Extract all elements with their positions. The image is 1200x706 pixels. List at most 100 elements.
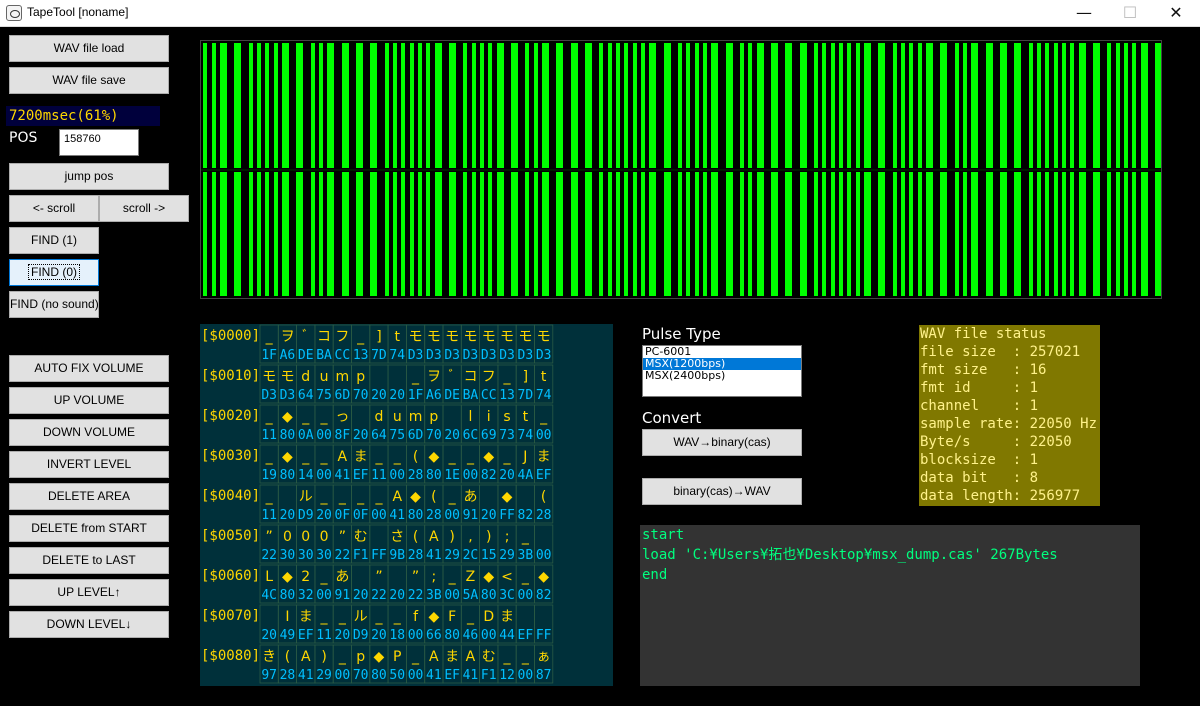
wave-pulse-bottom	[525, 172, 529, 296]
hex-byte: EF	[298, 628, 314, 643]
hex-glyph: _	[374, 609, 383, 625]
down-volume-button[interactable]: DOWN VOLUME	[9, 419, 169, 446]
hex-glyph: モ	[262, 369, 276, 385]
wav-to-binary-button[interactable]: WAV→binary(cas)	[642, 429, 802, 456]
wave-pulse-bottom	[463, 172, 467, 296]
hex-byte: 13	[353, 348, 369, 363]
wave-pulse-bottom	[839, 172, 843, 296]
hex-glyph: き	[262, 649, 276, 665]
wave-pulse-top	[418, 43, 422, 168]
wave-pulse-bottom	[249, 172, 253, 296]
hex-glyph: _	[393, 609, 402, 625]
hex-glyph: _	[503, 649, 512, 665]
hex-glyph: l	[469, 409, 473, 425]
hex-byte: 22	[371, 588, 387, 603]
wave-pulse-bottom	[571, 172, 578, 296]
auto-fix-volume-button[interactable]: AUTO FIX VOLUME	[9, 355, 169, 382]
hex-byte: 00	[389, 468, 405, 483]
up-level-button[interactable]: UP LEVEL↑	[9, 579, 169, 606]
hex-address: [$0080]	[201, 648, 260, 664]
hex-byte: 6D	[335, 388, 351, 403]
hex-byte: 41	[389, 508, 405, 523]
wave-pulse-top	[426, 43, 430, 168]
hex-glyph: コ	[317, 329, 331, 345]
wave-pulse-top	[986, 43, 993, 168]
log-output[interactable]: start load 'C:¥Users¥拓也¥Desktop¥msx_dump…	[640, 525, 1140, 686]
wave-pulse-bottom	[1054, 172, 1058, 296]
up-volume-button[interactable]: UP VOLUME	[9, 387, 169, 414]
hex-glyph: _	[320, 409, 329, 425]
wave-pulse-bottom	[599, 172, 603, 296]
hex-byte: BA	[316, 348, 332, 363]
wave-pulse-top	[249, 43, 253, 168]
hex-glyph: s	[503, 409, 510, 425]
hex-glyph: 2	[301, 569, 310, 585]
hex-byte: 00	[316, 428, 332, 443]
down-level-button[interactable]: DOWN LEVEL↓	[9, 611, 169, 638]
hex-glyph: A	[429, 529, 439, 545]
wave-pulse-bottom	[633, 172, 637, 296]
wave-pulse-bottom	[1132, 172, 1136, 296]
binary-to-wav-button[interactable]: binary(cas)→WAV	[642, 478, 802, 505]
hex-glyph: あ	[335, 569, 349, 585]
wav-save-button[interactable]: WAV file save	[9, 67, 169, 94]
minimize-button[interactable]: —	[1061, 0, 1107, 26]
hex-glyph: _	[503, 449, 512, 465]
hex-byte: 87	[536, 668, 552, 683]
wave-pulse-top	[1124, 43, 1128, 168]
delete-area-button[interactable]: DELETE AREA	[9, 483, 169, 510]
wave-pulse-top	[497, 43, 504, 168]
close-button[interactable]: ✕	[1153, 0, 1199, 26]
wave-pulse-bottom	[282, 172, 289, 296]
wave-pulse-top	[847, 43, 851, 168]
delete-to-last-button[interactable]: DELETE to LAST	[9, 547, 169, 574]
find-no-sound-button[interactable]: FIND (no sound)	[9, 291, 99, 318]
hex-dump-view[interactable]: [$0000] _ 1F ヲ A6 ﾞ DE コ BA フ CC _ 13] 7D t 74 モ D3 モ D3 モ D3…	[200, 324, 613, 686]
wave-pulse-top	[1054, 43, 1058, 168]
jump-pos-button[interactable]: jump pos	[9, 163, 169, 190]
pulse-option[interactable]: MSX(2400bps)	[643, 370, 801, 382]
scroll-left-button[interactable]: <- scroll	[9, 195, 99, 222]
maximize-button[interactable]: ☐	[1107, 0, 1153, 26]
hex-glyph: ”	[375, 569, 382, 585]
wave-pulse-top	[839, 43, 843, 168]
hex-glyph: m	[409, 409, 423, 425]
wave-pulse-top	[757, 43, 764, 168]
wave-pulse-bottom	[534, 172, 538, 296]
find-0-button[interactable]: FIND (0)	[9, 259, 99, 286]
wave-pulse-top	[624, 43, 628, 168]
hex-byte: 11	[371, 468, 387, 483]
hex-byte: 70	[426, 428, 442, 443]
hex-glyph: ま	[445, 649, 459, 665]
hex-glyph: )	[321, 649, 326, 665]
waveform-svg	[201, 43, 1161, 296]
wave-pulse-bottom	[257, 172, 261, 296]
waveform-view[interactable]	[200, 40, 1162, 299]
wave-pulse-top	[918, 43, 922, 168]
hex-glyph: ”	[412, 569, 419, 585]
hex-byte: 20	[499, 468, 515, 483]
wave-pulse-bottom	[435, 172, 442, 296]
invert-level-button[interactable]: INVERT LEVEL	[9, 451, 169, 478]
wave-pulse-bottom	[726, 172, 733, 296]
hex-glyph: _	[320, 569, 329, 585]
delete-from-start-button[interactable]: DELETE from START	[9, 515, 169, 542]
wave-pulse-top	[864, 43, 871, 168]
hex-glyph: <	[501, 569, 513, 585]
status-line: fmt id : 1	[920, 380, 1039, 396]
hex-byte: 20	[481, 508, 497, 523]
wave-pulse-bottom	[1045, 172, 1049, 296]
hex-byte: 70	[353, 668, 369, 683]
scroll-right-button[interactable]: scroll ->	[99, 195, 189, 222]
hex-glyph: (	[285, 649, 290, 665]
wave-pulse-top	[893, 43, 897, 168]
wav-load-button[interactable]: WAV file load	[9, 35, 169, 62]
find-1-button[interactable]: FIND (1)	[9, 227, 99, 254]
wave-pulse-bottom	[785, 172, 792, 296]
pos-input[interactable]: 158760	[59, 129, 139, 156]
pulse-type-list[interactable]: PC-6001 MSX(1200bps) MSX(2400bps)	[642, 345, 802, 397]
hex-byte: 22	[335, 548, 351, 563]
hex-glyph: _	[301, 409, 310, 425]
hex-byte: 0A	[298, 428, 314, 443]
wave-pulse-bottom	[212, 172, 216, 296]
